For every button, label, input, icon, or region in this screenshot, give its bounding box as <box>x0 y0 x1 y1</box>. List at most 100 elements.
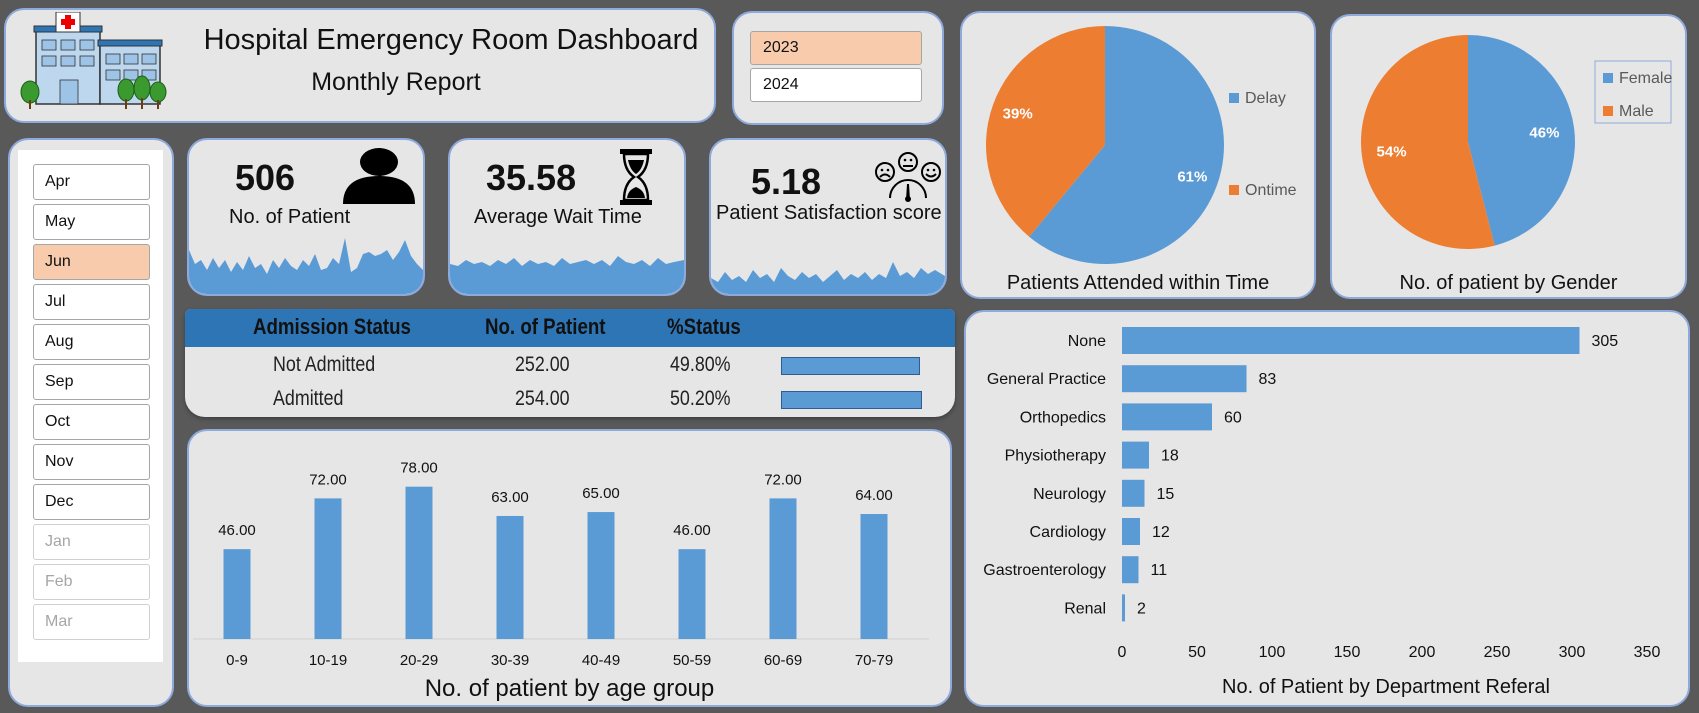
age-bar-30-39 <box>496 515 524 639</box>
month-list: Apr May Jun Jul Aug Sep Oct Nov Dec Jan Feb Mar <box>18 150 163 662</box>
pie-data-label: 54% <box>1377 144 1407 161</box>
kpi-wait-sparkline <box>450 256 684 294</box>
admission-header-pct: %Status <box>667 314 741 339</box>
legend-swatch <box>1603 73 1613 83</box>
admission-pct-bar <box>781 357 921 375</box>
month-button-oct[interactable]: Oct <box>33 404 150 440</box>
month-button-aug[interactable]: Aug <box>33 324 150 360</box>
dept-value-label: 60 <box>1224 409 1242 426</box>
dept-x-tick-label: 250 <box>1484 644 1511 661</box>
legend-label: Ontime <box>1245 182 1297 199</box>
kpi-satisfaction-sparkline <box>711 262 945 294</box>
month-button-jun[interactable]: Jun <box>33 244 150 280</box>
pie-attended-panel: 61% 39% Delay Ontime Patients Attended with… <box>960 11 1316 299</box>
dept-x-tick-label: 50 <box>1188 644 1206 661</box>
dept-value-label: 11 <box>1151 562 1168 579</box>
month-button-apr[interactable]: Apr <box>33 164 150 200</box>
dept-x-tick-label: 300 <box>1559 644 1586 661</box>
dept-value-label: 305 <box>1592 333 1619 350</box>
hourglass-icon <box>620 149 652 205</box>
dept-x-tick-label: 350 <box>1634 644 1661 661</box>
dept-value-label: 12 <box>1152 524 1170 541</box>
pie-attended-chart: 61% 39% Delay Ontime <box>986 26 1297 264</box>
dept-x-tick-label: 150 <box>1334 644 1361 661</box>
admission-status-cell: Not Admitted <box>273 353 376 376</box>
age-bar-70-79 <box>860 514 888 639</box>
dept-category-label: Neurology <box>1033 486 1106 503</box>
pie-gender-title: No. of patient by Gender <box>1399 272 1618 294</box>
satisfaction-meter-icon <box>875 152 941 202</box>
age-bar-value-label: 78.00 <box>400 460 438 477</box>
kpi-wait-label: Average Wait Time <box>474 206 642 228</box>
kpi-patients-card: 506 No. of Patient <box>187 138 425 296</box>
kpi-satisfaction-value: 5.18 <box>751 161 822 202</box>
admission-table-header: Admission Status No. of Patient %Status <box>185 309 955 347</box>
dept-category-label: Renal <box>1064 600 1106 617</box>
department-bar-chart: None 305 General Practice 83 Orthopedics 60 Ph… <box>983 327 1661 661</box>
dept-x-tick-label: 0 <box>1118 644 1127 661</box>
age-bar-value-label: 64.00 <box>855 487 893 504</box>
month-button-nov[interactable]: Nov <box>33 444 150 480</box>
age-bar-value-label: 65.00 <box>582 485 620 502</box>
dept-bar-none <box>1122 327 1580 354</box>
admission-pct-cell: 50.20% <box>670 387 731 410</box>
year-button-2024[interactable]: 2024 <box>750 68 922 102</box>
admission-header-count: No. of Patient <box>485 314 606 339</box>
age-chart-title: No. of patient by age group <box>424 675 715 702</box>
kpi-patients-value: 506 <box>235 157 296 198</box>
dept-value-label: 15 <box>1157 486 1175 503</box>
month-button-mar[interactable]: Mar <box>33 604 150 640</box>
dept-bar-physiotherapy <box>1122 441 1149 469</box>
admission-pct-cell: 49.80% <box>670 353 731 376</box>
legend-label: Male <box>1619 103 1654 120</box>
age-tick-label: 40-49 <box>582 652 620 669</box>
age-bar-value-label: 46.00 <box>218 522 256 539</box>
dept-value-label: 83 <box>1259 371 1277 388</box>
admission-count-cell: 252.00 <box>515 353 570 376</box>
department-chart-title: No. of Patient by Department Referal <box>1222 676 1550 698</box>
kpi-satisfaction-label: Patient Satisfaction score <box>716 202 942 224</box>
age-bar-0-9 <box>223 549 251 639</box>
pie-data-label: 39% <box>1003 106 1033 123</box>
admission-header-status: Admission Status <box>253 314 411 339</box>
age-bar-10-19 <box>314 498 342 639</box>
legend-swatch <box>1229 185 1239 195</box>
age-bar-40-49 <box>587 512 615 639</box>
age-tick-label: 60-69 <box>764 652 802 669</box>
pie-data-label: 46% <box>1529 124 1559 141</box>
legend-label: Delay <box>1245 90 1286 107</box>
age-bar-60-69 <box>769 498 797 639</box>
pie-gender-chart: 46% 54% Female Male <box>1361 35 1672 249</box>
age-tick-label: 70-79 <box>855 652 893 669</box>
dept-category-label: None <box>1068 333 1106 350</box>
month-button-jul[interactable]: Jul <box>33 284 150 320</box>
month-button-jan[interactable]: Jan <box>33 524 150 560</box>
department-chart-panel: None 305 General Practice 83 Orthopedics 60 Ph… <box>964 310 1690 707</box>
dept-bar-neurology <box>1122 479 1145 507</box>
age-bar-value-label: 72.00 <box>764 471 802 488</box>
month-button-dec[interactable]: Dec <box>33 484 150 520</box>
month-button-feb[interactable]: Feb <box>33 564 150 600</box>
person-icon <box>343 148 415 204</box>
legend-swatch <box>1603 106 1613 116</box>
age-bar-50-59 <box>678 549 706 639</box>
age-tick-label: 50-59 <box>673 652 711 669</box>
year-button-2023[interactable]: 2023 <box>750 31 922 65</box>
dept-bar-orthopedics <box>1122 403 1212 431</box>
kpi-patients-label: No. of Patient <box>229 206 351 228</box>
month-button-may[interactable]: May <box>33 204 150 240</box>
age-bar-value-label: 63.00 <box>491 489 529 506</box>
dept-category-label: General Practice <box>987 371 1106 388</box>
month-slicer: Apr May Jun Jul Aug Sep Oct Nov Dec Jan Feb Mar <box>8 138 174 707</box>
pie-data-label: 61% <box>1177 168 1207 185</box>
admission-table: Admission Status No. of Patient %Status … <box>185 309 955 417</box>
age-tick-label: 10-19 <box>309 652 347 669</box>
age-bar-value-label: 72.00 <box>309 471 347 488</box>
month-button-sep[interactable]: Sep <box>33 364 150 400</box>
kpi-wait-value: 35.58 <box>486 157 577 198</box>
admission-status-cell: Admitted <box>273 387 344 410</box>
dept-bar-gastroenterology <box>1122 556 1139 584</box>
title-panel: Hospital Emergency Room Dashboard Monthl… <box>4 8 716 123</box>
age-bar-value-label: 46.00 <box>673 522 711 539</box>
pie-attended-title: Patients Attended within Time <box>1006 272 1270 294</box>
